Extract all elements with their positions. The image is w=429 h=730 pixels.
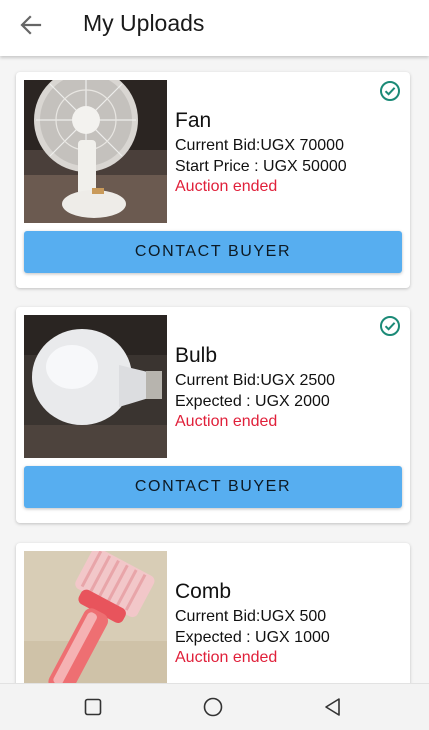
auction-status: Auction ended: [175, 649, 278, 666]
home-button[interactable]: [201, 695, 225, 719]
uploads-list[interactable]: Fan Current Bid:UGX 70000 Start Price : …: [0, 56, 429, 683]
triangle-back-icon: [325, 698, 340, 716]
circle-icon: [203, 697, 223, 717]
item-details: Fan Current Bid:UGX 70000 Start Price : …: [175, 108, 347, 198]
upload-card: Bulb Current Bid:UGX 2500 Expected : UGX…: [16, 307, 410, 523]
current-bid: Current Bid:UGX 70000: [175, 137, 344, 154]
app-bar: My Uploads: [0, 0, 429, 56]
current-bid: Current Bid:UGX 500: [175, 608, 327, 625]
auction-status: Auction ended: [175, 178, 278, 195]
item-name: Comb: [175, 580, 232, 603]
page-title: My Uploads: [83, 10, 205, 36]
expected-price: Expected : UGX 2000: [175, 392, 330, 410]
start-price: Start Price : UGX 50000: [175, 157, 347, 175]
check-circle-icon: [380, 316, 400, 336]
expected-price: Expected : UGX 1000: [175, 628, 330, 646]
item-name: Bulb: [175, 344, 218, 367]
arrow-left-icon: [20, 15, 42, 35]
check-circle-icon: [380, 81, 400, 101]
auction-status: Auction ended: [175, 413, 278, 430]
recents-button[interactable]: [81, 695, 105, 719]
item-name: Fan: [175, 109, 212, 132]
contact-buyer-button[interactable]: CONTACT BUYER: [24, 466, 402, 508]
contact-buyer-button[interactable]: CONTACT BUYER: [24, 231, 402, 273]
item-photo-fan[interactable]: [24, 80, 167, 223]
square-icon: [84, 698, 102, 716]
back-button[interactable]: [14, 8, 48, 42]
system-nav-bar: [0, 683, 429, 730]
upload-card: Fan Current Bid:UGX 70000 Start Price : …: [16, 72, 410, 288]
upload-card: Comb Current Bid:UGX 500 Expected : UGX …: [16, 543, 410, 683]
item-details: Bulb Current Bid:UGX 2500 Expected : UGX…: [175, 343, 335, 433]
item-details: Comb Current Bid:UGX 500 Expected : UGX …: [175, 579, 330, 669]
item-photo-bulb[interactable]: [24, 315, 167, 458]
system-back-button[interactable]: [321, 695, 345, 719]
current-bid: Current Bid:UGX 2500: [175, 372, 336, 389]
item-photo-comb[interactable]: [24, 551, 167, 683]
